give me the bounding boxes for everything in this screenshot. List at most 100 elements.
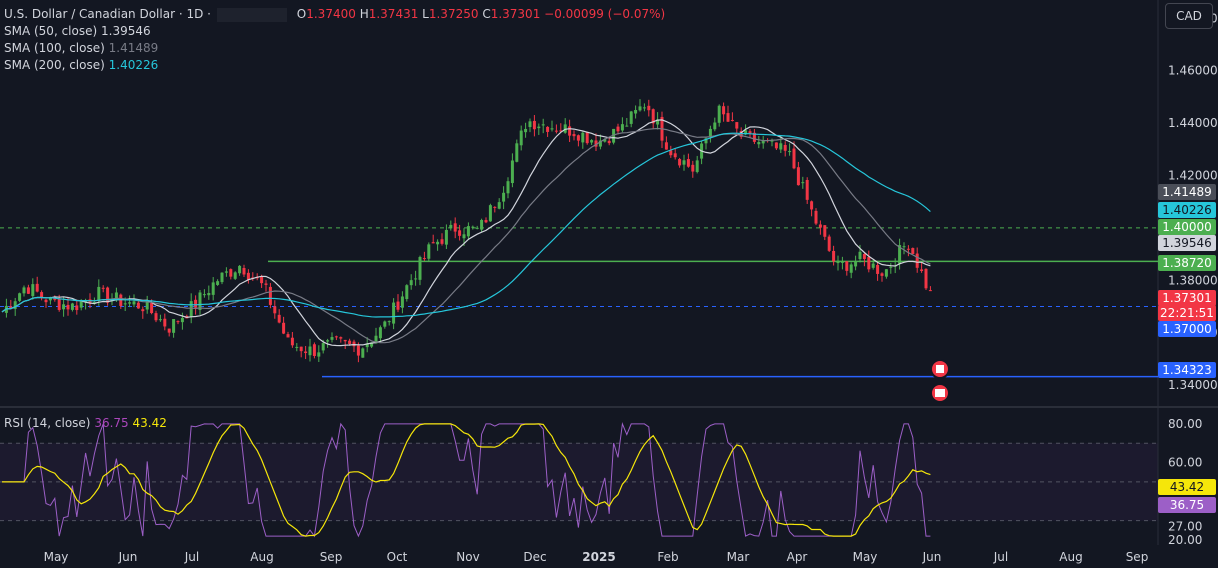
candle-body [634,109,638,114]
price-tick-label: 1.34000 [1168,378,1218,392]
tag-level-140: 1.40000 [1158,219,1216,235]
candle-body [343,339,347,342]
candle-body [132,301,136,305]
candle-body [792,148,796,169]
candle-body [40,292,44,298]
candle-body [620,124,624,131]
candle-body [572,134,576,137]
candle-body [902,246,906,248]
candle-body [176,321,180,323]
candle-body [436,241,440,245]
candle-body [906,248,910,250]
candle-body [818,224,822,228]
candle-body [832,250,836,262]
candle-body [172,319,176,333]
candle-body [233,272,237,279]
candle-body [889,266,893,268]
time-axis-label: Feb [657,550,678,564]
candle-body [383,321,387,327]
candle-body [748,131,752,134]
candle-body [823,225,827,237]
tag-rsi-ma: 43.42 [1158,479,1216,495]
time-axis-label: Jul [184,550,199,564]
candle-body [708,128,712,137]
time-axis-label: Jun [922,550,942,564]
sma50-label: SMA (50, close) [4,24,98,38]
rsi-label: RSI (14, close) [4,416,91,430]
candle-body [167,328,171,333]
candle-body [422,258,426,260]
change-value: −0.00099 (−0.07%) [544,7,666,21]
candle-body [607,140,611,144]
tag-level-blue: 1.34323 [1158,362,1216,378]
candle-body [735,122,739,129]
indicator-sma100[interactable]: SMA (100, close) 1.41489 [4,40,665,57]
candle-body [506,181,510,194]
indicator-sma50[interactable]: SMA (50, close) 1.39546 [4,23,665,40]
candle-body [330,337,334,340]
candle-body [70,303,74,310]
time-axis-label: Nov [456,550,479,564]
rsi-legend[interactable]: RSI (14, close) 36.75 43.42 [4,416,167,430]
candle-body [207,293,211,296]
candle-body [502,192,506,202]
candle-body [713,122,717,130]
candle-body [722,106,726,115]
time-axis-label: Mar [727,550,750,564]
candle-body [581,132,585,143]
rsi-tick-label: 60.00 [1168,456,1202,470]
symbol-row: U.S. Dollar / Canadian Dollar · 1D · O1.… [4,6,665,23]
candle-body [840,261,844,263]
indicator-sma200[interactable]: SMA (200, close) 1.40226 [4,57,665,74]
candle-body [216,281,220,285]
candle-body [317,352,321,357]
price-tick-label: 1.38000 [1168,273,1218,287]
candle-body [801,182,805,184]
tag-sma100: 1.41489 [1158,184,1216,200]
candle-body [541,124,545,126]
rsi-tick-label: 20.00 [1168,533,1202,547]
candle-body [519,130,523,146]
time-axis-label: 2025 [582,550,615,564]
candle-body [695,160,699,172]
candle-body [774,142,778,149]
candle-body [273,306,277,314]
open-label: O [296,7,307,21]
candle-body [788,151,792,153]
candle-body [458,230,462,236]
candle-body [471,226,475,228]
candle-body [475,227,479,229]
tag-last-price: 1.37301 [1158,290,1216,306]
tag-level-137: 1.37000 [1158,321,1216,337]
candle-body [400,296,404,308]
tag-sma200: 1.40226 [1158,202,1216,218]
tag-sma50: 1.39546 [1158,235,1216,251]
candle-body [286,334,290,338]
chart-canvas[interactable]: 1.480001.460001.440001.420001.380001.360… [0,0,1218,568]
candle-body [304,351,308,354]
candle-body [392,302,396,324]
candle-body [449,224,453,229]
candle-body [154,313,158,321]
rsi-value: 36.75 [94,416,129,430]
candle-body [924,268,928,289]
candle-body [35,283,39,292]
candle-body [312,344,316,356]
chart-legend: U.S. Dollar / Canadian Dollar · 1D · O 1.… [4,6,665,74]
symbol-title[interactable]: U.S. Dollar / Canadian Dollar · 1D · [4,7,211,21]
candle-body [805,179,809,200]
candle-body [246,272,250,280]
candle-body [198,292,202,310]
candle-body [334,336,338,338]
candle-body [211,282,215,295]
candle-body [783,144,787,151]
sma100-value: 1.41489 [108,41,159,55]
currency-button[interactable]: CAD [1165,3,1213,29]
tag-rsi: 36.75 [1158,497,1216,513]
candle-body [220,272,224,283]
candle-body [554,130,558,132]
time-axis-label: Jun [118,550,138,564]
candle-body [405,285,409,300]
candle-body [528,121,532,128]
candle-body [414,278,418,280]
